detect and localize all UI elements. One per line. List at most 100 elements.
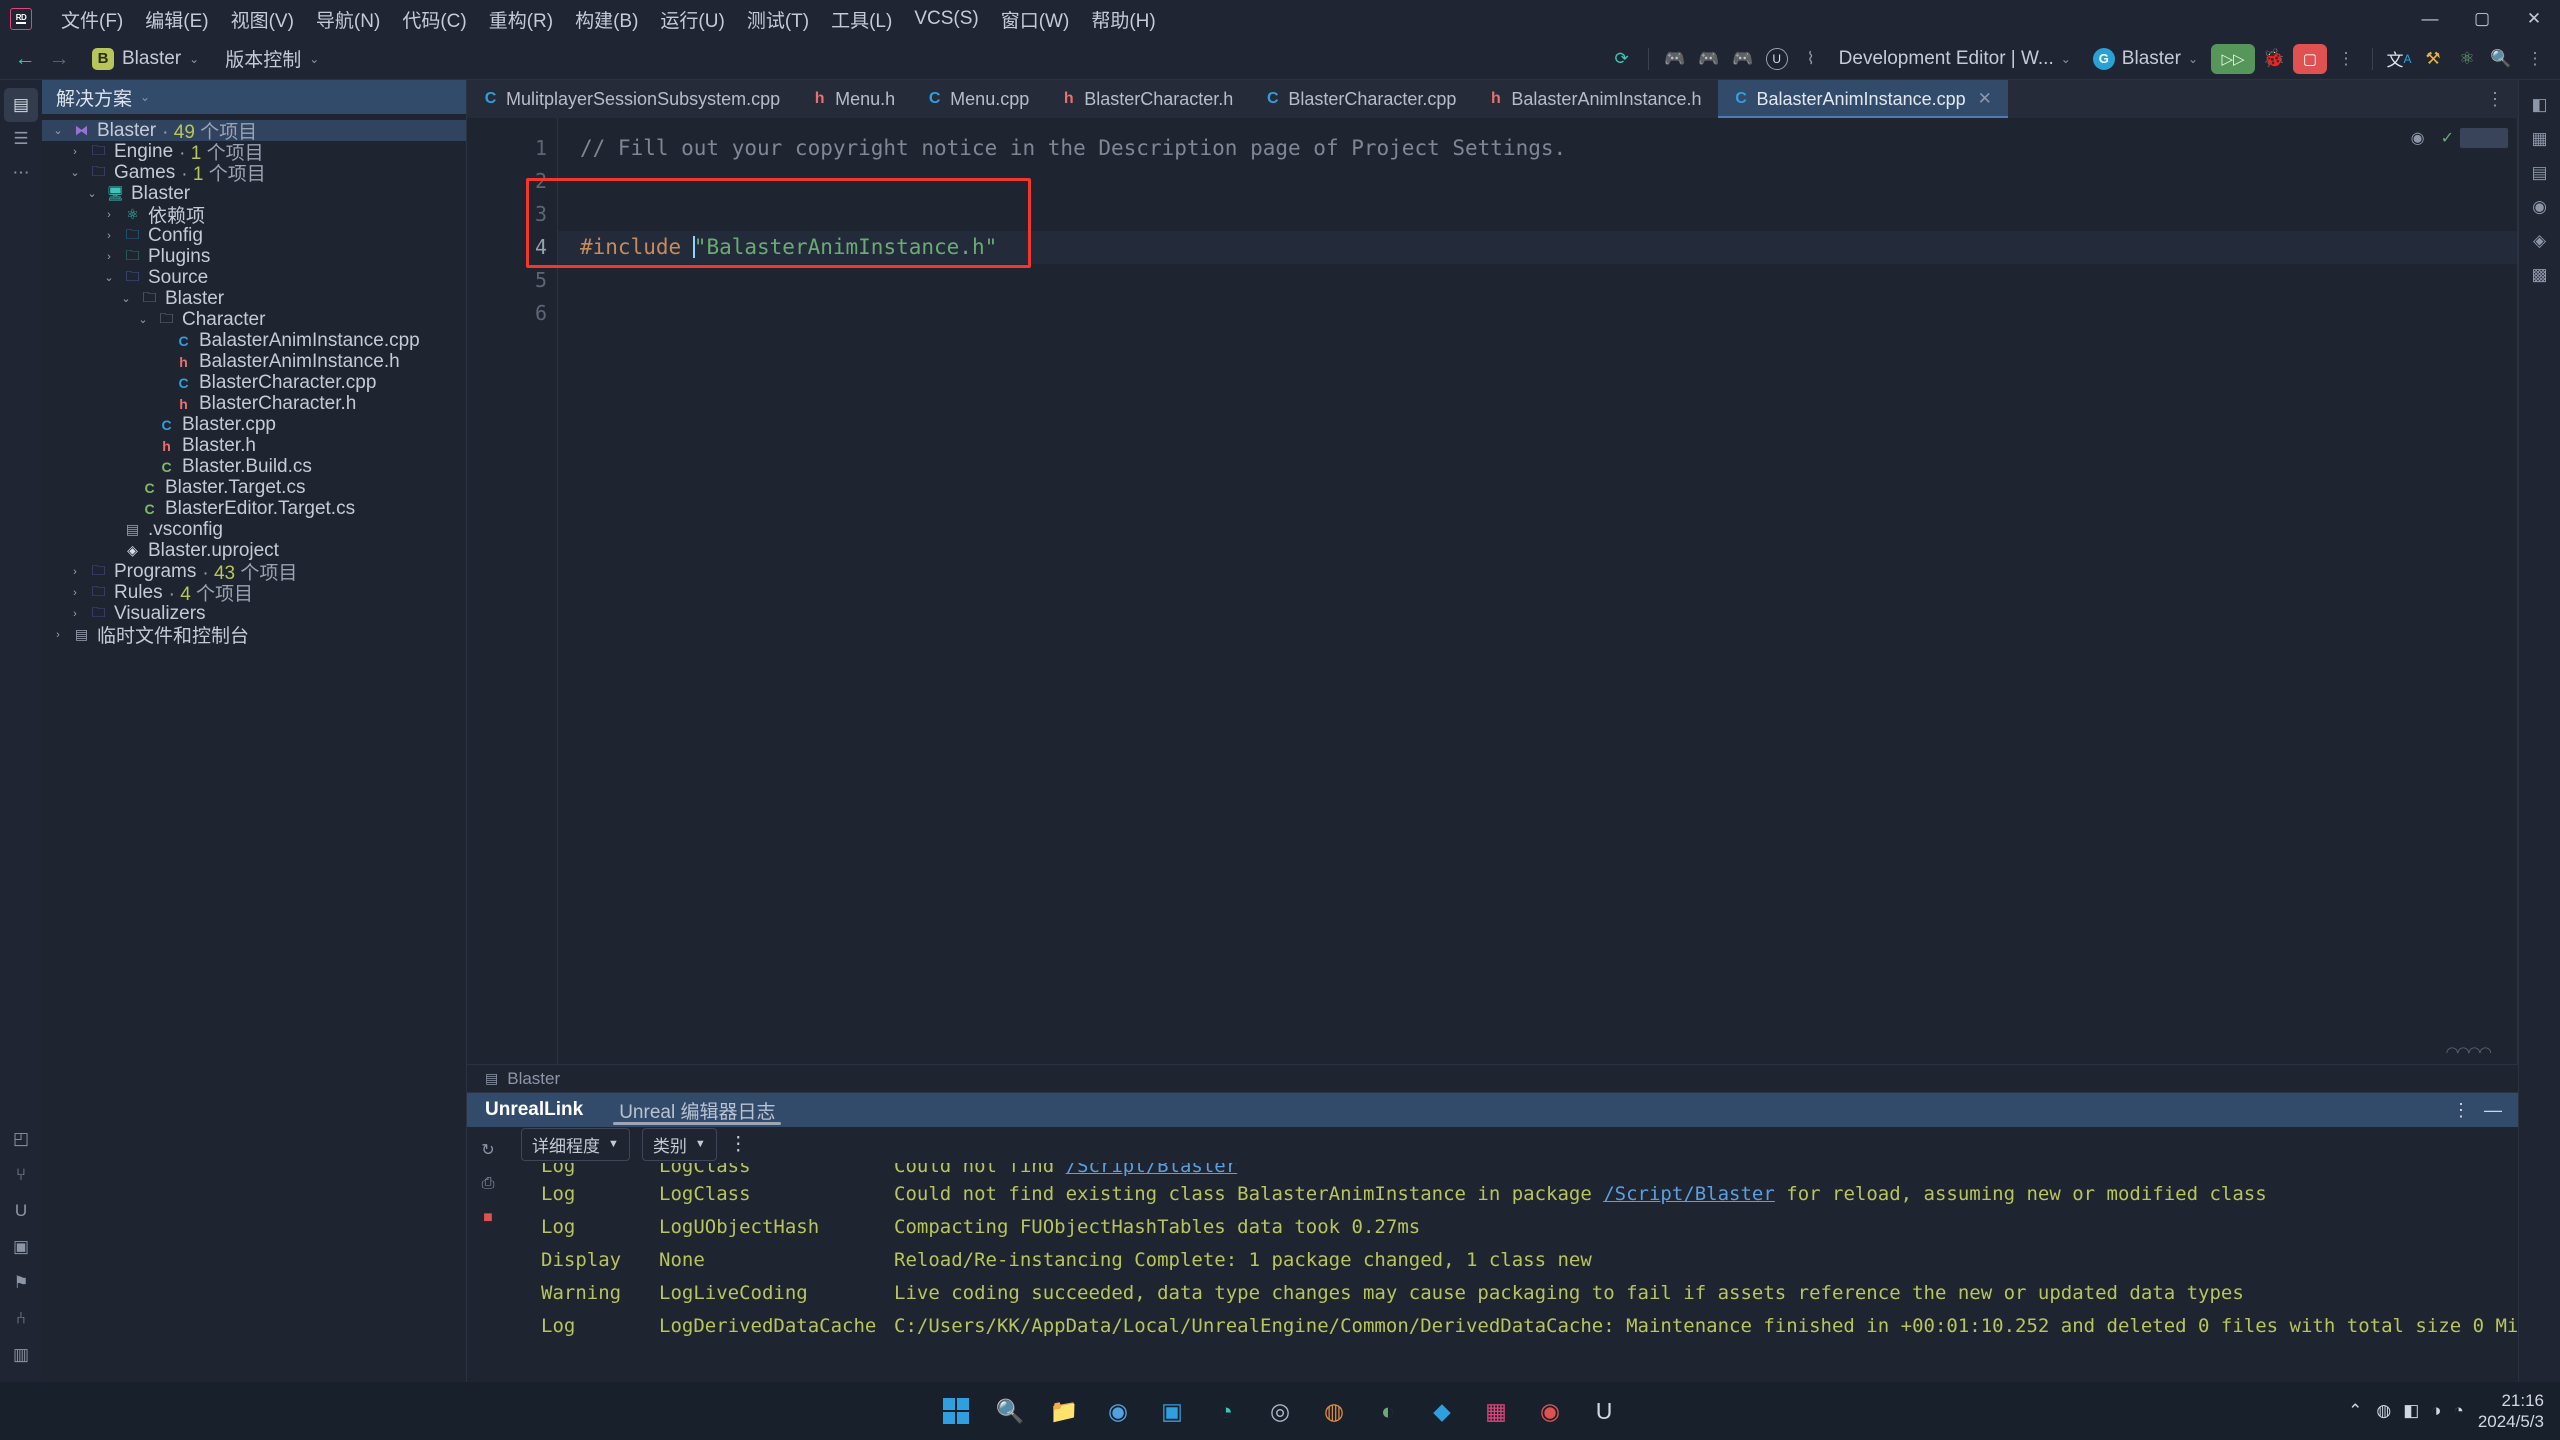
unreal-editor-icon[interactable]: ▦	[2523, 122, 2557, 156]
log-filter-0[interactable]: 详细程度 ▼	[521, 1127, 630, 1161]
tray-icon-0[interactable]: ◍	[2376, 1401, 2391, 1421]
code-line[interactable]	[558, 297, 2518, 330]
log-row[interactable]: Display None Reload/Re-instancing Complete…	[509, 1243, 2518, 1276]
run-button[interactable]: ▷▷	[2211, 43, 2255, 74]
atom-icon[interactable]: ⚛	[2452, 44, 2482, 74]
database-icon[interactable]: ▤	[2523, 156, 2557, 190]
start-button-icon[interactable]	[934, 1389, 978, 1433]
tree-node[interactable]: C BalasterAnimInstance.cpp	[42, 330, 466, 351]
tree-node[interactable]: ⌄ 🗀 Blaster	[42, 288, 466, 309]
close-tab-icon[interactable]: ✕	[1978, 89, 1992, 109]
tree-node[interactable]: › 🗀 Config	[42, 225, 466, 246]
run-more-button[interactable]: ⋮	[2331, 44, 2361, 74]
menu-item-7[interactable]: 运行(U)	[649, 2, 735, 37]
menu-item-8[interactable]: 测试(T)	[736, 2, 820, 37]
back-icon[interactable]: ←	[10, 44, 40, 74]
rider-icon[interactable]: ▦	[1474, 1389, 1518, 1433]
search-taskbar-icon[interactable]: 🔍	[988, 1389, 1032, 1433]
log-message-link[interactable]: /Script/Blaster	[1603, 1183, 1775, 1205]
commit-tool-window-icon[interactable]: ◰	[4, 1122, 38, 1156]
log-filter-1[interactable]: 类别 ▼	[641, 1127, 717, 1161]
code-line[interactable]: #include "BalasterAnimInstance.h"	[558, 231, 2518, 264]
unreal-engine-icon[interactable]: U	[1765, 47, 1788, 70]
tray-icon-2[interactable]: ◑	[2431, 1401, 2441, 1421]
editor-tabs-more-icon[interactable]: ⋮	[2472, 80, 2518, 118]
chevron-down-icon[interactable]: ⌄	[101, 271, 117, 284]
chevron-down-icon[interactable]: ⌄	[67, 166, 83, 179]
code-line[interactable]: // Fill out your copyright notice in the…	[558, 132, 2518, 165]
tree-node[interactable]: C Blaster.Build.cs	[42, 456, 466, 477]
project-tool-window-icon[interactable]: ▤	[4, 88, 38, 122]
chrome-2-icon[interactable]: ◉	[1528, 1389, 1572, 1433]
log-row[interactable]: Log LogClass Could not find existing class…	[509, 1177, 2518, 1210]
chevron-down-icon[interactable]: ⌄	[118, 292, 134, 305]
tray-icon-1[interactable]: ◧	[2403, 1401, 2419, 1421]
editor-tab[interactable]: C BalasterAnimInstance.cpp ✕	[1717, 80, 2008, 118]
rerun-icon[interactable]: ↻	[473, 1135, 503, 1165]
menu-item-0[interactable]: 文件(F)	[50, 2, 134, 37]
more-tool-windows-icon[interactable]: ⋯	[4, 156, 38, 190]
notifications-icon[interactable]: ◧	[2523, 88, 2557, 122]
unreal-build-icon[interactable]: 🎮	[1660, 44, 1690, 74]
chevron-right-icon[interactable]: ›	[101, 251, 117, 263]
breadcrumb-label[interactable]: Blaster	[507, 1069, 560, 1089]
editor-tab[interactable]: h Menu.h	[796, 80, 911, 118]
tree-node[interactable]: ⌄ 🗀 Games · 1 个项目	[42, 162, 466, 186]
settings-icon[interactable]: ⋮	[2520, 44, 2550, 74]
chevron-down-icon[interactable]: ⌄	[84, 187, 100, 200]
tree-node[interactable]: › 🗀 Programs · 43 个项目	[42, 561, 466, 585]
unreal-link-icon[interactable]: U	[4, 1194, 38, 1228]
menu-item-2[interactable]: 视图(V)	[220, 2, 305, 37]
tree-node[interactable]: ⌄ 🗀 Source	[42, 267, 466, 288]
stats-icon[interactable]: ▥	[4, 1338, 38, 1372]
stop-icon[interactable]: ■	[473, 1203, 503, 1233]
tree-node[interactable]: h BlasterCharacter.h	[42, 393, 466, 414]
chevron-down-icon[interactable]: ⌄	[50, 124, 66, 137]
log-output-list[interactable]: Log LogClass Could not find /Script/Blaste…	[509, 1161, 2518, 1382]
code-editor[interactable]: 1 2 3 4✎ 5 6 // Fill out your copyright notic…	[467, 118, 2518, 1064]
tree-node[interactable]: › 🗀 Rules · 4 个项目	[42, 582, 466, 606]
web-icon[interactable]: ◉	[2523, 190, 2557, 224]
editor-tab[interactable]: C Menu.cpp	[911, 80, 1045, 118]
chevron-down-icon[interactable]: ⌄	[135, 313, 151, 326]
print-icon[interactable]: ⎙	[473, 1169, 503, 1199]
editor-tab[interactable]: C BlasterCharacter.cpp	[1249, 80, 1472, 118]
menu-item-9[interactable]: 工具(L)	[820, 2, 903, 37]
unreal-debug-icon[interactable]: 🎮	[1728, 44, 1758, 74]
code-text-area[interactable]: // Fill out your copyright notice in the…	[526, 118, 2518, 1064]
chevron-right-icon[interactable]: ›	[50, 629, 66, 641]
bottom-panel-tab[interactable]: UnrealLink	[467, 1093, 601, 1127]
assistant-icon[interactable]: ▩	[2523, 258, 2557, 292]
file-explorer-icon[interactable]: 📁	[1042, 1389, 1086, 1433]
chevron-right-icon[interactable]: ›	[101, 209, 117, 221]
bottom-more-icon[interactable]: ⋮	[2452, 1100, 2470, 1121]
project-selector[interactable]: B Blaster ⌄	[84, 45, 207, 73]
chevron-right-icon[interactable]: ›	[101, 230, 117, 242]
tray-icon-3[interactable]: ◔	[2454, 1401, 2464, 1421]
app-orange-icon[interactable]: ◍	[1312, 1389, 1356, 1433]
tree-node[interactable]: › ▤ 临时文件和控制台	[42, 624, 466, 647]
bottom-panel-tab[interactable]: Unreal 编辑器日志	[601, 1093, 793, 1127]
maximize-button[interactable]: ▢	[2456, 0, 2508, 38]
unreal-run-icon[interactable]: 🎮	[1694, 44, 1724, 74]
edge-icon[interactable]: ◔	[1204, 1389, 1248, 1433]
tree-node[interactable]: C Blaster.Target.cs	[42, 477, 466, 498]
sync-icon[interactable]: ⟳	[1607, 44, 1637, 74]
unreal-engine-icon[interactable]: U	[1582, 1389, 1626, 1433]
tray-chevron-icon[interactable]: ⌃	[2348, 1401, 2362, 1421]
code-line[interactable]	[558, 264, 2518, 297]
code-minimap[interactable]	[2460, 128, 2508, 148]
solution-tree[interactable]: ⌄ ⧓ Blaster · 49 个项目 › 🗀 Engine · 1 个项目 ⌄ 🗀 Game…	[42, 114, 466, 1382]
solution-explorer-header[interactable]: 解决方案 ⌄	[42, 80, 466, 114]
code-line[interactable]	[558, 198, 2518, 231]
editor-tab[interactable]: h BalasterAnimInstance.h	[1472, 80, 1717, 118]
log-row[interactable]: Log LogUObjectHash Compacting FUObjectHash…	[509, 1210, 2518, 1243]
problems-icon[interactable]: ⚑	[4, 1266, 38, 1300]
log-row[interactable]: Log LogDerivedDataCache C:/Users/KK/AppDat…	[509, 1309, 2518, 1342]
search-icon[interactable]: 🔍	[2486, 44, 2516, 74]
chevron-right-icon[interactable]: ›	[67, 587, 83, 599]
tree-node[interactable]: C Blaster.cpp	[42, 414, 466, 435]
log-filter-more-icon[interactable]: ⋮	[729, 1133, 748, 1156]
tree-node[interactable]: ⌄ 🖥 Blaster	[42, 183, 466, 204]
app-green-icon[interactable]: ◐	[1366, 1389, 1410, 1433]
